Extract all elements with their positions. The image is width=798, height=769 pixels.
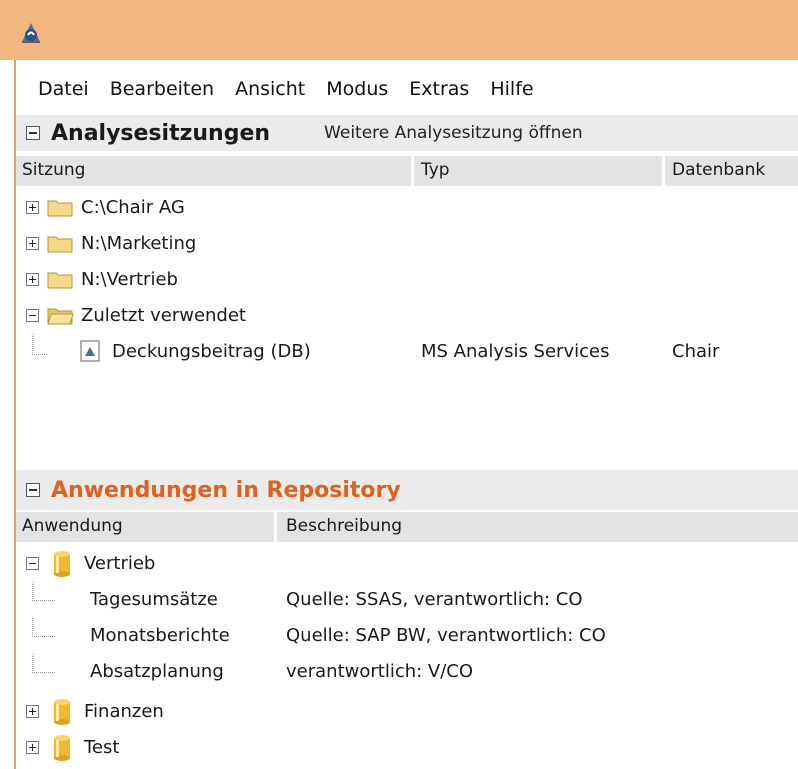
folder-icon — [47, 272, 73, 289]
menu-modus[interactable]: Modus — [326, 78, 388, 100]
folder-label: N:\Marketing — [81, 233, 197, 254]
tree-row-session[interactable]: Deckungsbeitrag (DB) MS Analysis Service… — [16, 334, 798, 370]
tree-row-app[interactable]: Tagesumsätze Quelle: SSAS, verantwortlic… — [16, 582, 798, 618]
menu-bar: Datei Bearbeiten Ansicht Modus Extras Hi… — [16, 74, 555, 104]
menu-bearbeiten[interactable]: Bearbeiten — [110, 78, 214, 100]
col-datenbank[interactable]: Datenbank — [672, 160, 765, 180]
menu-extras[interactable]: Extras — [409, 78, 469, 100]
collapse-toggle[interactable] — [26, 557, 39, 570]
col-sitzung[interactable]: Sitzung — [22, 160, 85, 180]
analysis-document-icon — [80, 340, 100, 362]
session-database: Chair — [672, 341, 720, 362]
folder-icon — [47, 236, 73, 253]
col-typ[interactable]: Typ — [421, 160, 450, 180]
menu-datei[interactable]: Datei — [38, 78, 89, 100]
tree-row-group[interactable]: Vertrieb — [16, 546, 798, 582]
tree-row-group[interactable]: Finanzen — [16, 694, 798, 730]
menu-hilfe[interactable]: Hilfe — [490, 78, 533, 100]
sessions-column-header: Sitzung Typ Datenbank — [16, 156, 798, 186]
folder-label: N:\Vertrieb — [81, 269, 178, 290]
collapse-toggle[interactable] — [26, 309, 39, 322]
tree-row-folder-open[interactable]: Zuletzt verwendet — [16, 298, 798, 334]
app-name: Tagesumsätze — [90, 589, 218, 610]
tree-row-app[interactable]: Monatsberichte Quelle: SAP BW, verantwor… — [16, 618, 798, 654]
expand-toggle[interactable] — [26, 705, 39, 718]
repository-collapse-toggle[interactable] — [26, 483, 40, 497]
tree-row-folder[interactable]: N:\Vertrieb — [16, 262, 798, 298]
expand-toggle[interactable] — [26, 237, 39, 250]
menu-ansicht[interactable]: Ansicht — [235, 78, 305, 100]
group-label: Test — [84, 737, 120, 758]
repository-title: Anwendungen in Repository — [51, 477, 401, 503]
app-name: Monatsberichte — [90, 625, 230, 646]
database-cylinder-icon — [54, 699, 70, 725]
app-description: Quelle: SAP BW, verantwortlich: CO — [286, 625, 606, 646]
tree-row-folder[interactable]: C:\Chair AG — [16, 190, 798, 226]
repository-column-header: Anwendung Beschreibung — [16, 512, 798, 542]
database-cylinder-icon — [54, 551, 70, 577]
col-beschreibung[interactable]: Beschreibung — [286, 516, 402, 536]
tree-row-folder[interactable]: N:\Marketing — [16, 226, 798, 262]
sessions-section-header: Analysesitzungen Weitere Analysesitzung … — [16, 115, 798, 151]
title-bar — [0, 0, 798, 60]
app-description: verantwortlich: V/CO — [286, 661, 474, 682]
session-type: MS Analysis Services — [421, 341, 610, 362]
app-logo-icon[interactable] — [18, 20, 44, 46]
col-anwendung[interactable]: Anwendung — [22, 516, 123, 536]
sessions-collapse-toggle[interactable] — [26, 126, 40, 140]
open-session-link[interactable]: Weitere Analysesitzung öffnen — [324, 123, 583, 143]
group-label: Finanzen — [84, 701, 164, 722]
database-cylinder-icon — [54, 735, 70, 761]
group-label: Vertrieb — [84, 553, 156, 574]
repository-section-header: Anwendungen in Repository — [16, 470, 798, 510]
expand-toggle[interactable] — [26, 741, 39, 754]
session-name: Deckungsbeitrag (DB) — [112, 341, 311, 362]
tree-row-group[interactable]: Test — [16, 730, 798, 766]
main-window: Datei Bearbeiten Ansicht Modus Extras Hi… — [14, 60, 798, 769]
app-description: Quelle: SSAS, verantwortlich: CO — [286, 589, 583, 610]
folder-open-icon — [47, 308, 74, 325]
tree-row-app[interactable]: Absatzplanung verantwortlich: V/CO — [16, 654, 798, 690]
sessions-title: Analysesitzungen — [51, 120, 271, 146]
folder-icon — [47, 200, 73, 217]
app-name: Absatzplanung — [90, 661, 224, 682]
folder-label: Zuletzt verwendet — [81, 305, 246, 326]
folder-label: C:\Chair AG — [81, 197, 185, 218]
expand-toggle[interactable] — [26, 273, 39, 286]
expand-toggle[interactable] — [26, 201, 39, 214]
